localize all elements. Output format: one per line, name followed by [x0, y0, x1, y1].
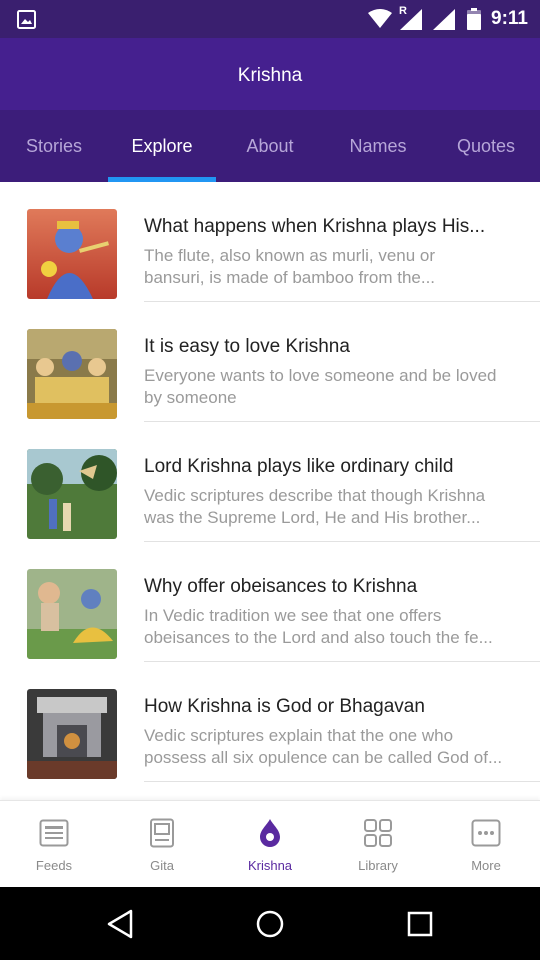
system-navigation-bar: [0, 887, 540, 960]
article-thumbnail: [27, 569, 117, 659]
article-description-line: was the Supreme Lord, He and His brother…: [144, 508, 481, 527]
article-description-line: Everyone wants to love someone and be lo…: [144, 366, 497, 385]
article-description: The flute, also known as murli, venu or …: [144, 245, 519, 289]
bottom-navigation: Feeds Gita Krishna Library More: [0, 800, 540, 887]
article-title: It is easy to love Krishna: [144, 336, 350, 357]
article-thumbnail: [27, 329, 117, 419]
article-description-line: In Vedic tradition we see that one offer…: [144, 606, 442, 625]
nav-library[interactable]: Library: [324, 801, 432, 888]
list-item[interactable]: Why offer obeisances to Krishna In Vedic…: [0, 542, 540, 662]
grid-icon: [364, 819, 392, 847]
more-icon: [471, 819, 501, 847]
recents-icon[interactable]: [403, 907, 437, 941]
article-description-line: possess all six opulence can be called G…: [144, 748, 503, 767]
cell-signal-icon: [433, 9, 455, 30]
article-title: Why offer obeisances to Krishna: [144, 576, 418, 597]
status-time: 9:11: [491, 8, 528, 29]
feeds-icon: [39, 819, 69, 847]
battery-icon: [467, 8, 481, 30]
tab-bar: Stories Explore About Names Quotes: [0, 110, 540, 182]
article-description-line: by someone: [144, 388, 237, 407]
article-description-line: Vedic scriptures describe that though Kr…: [144, 486, 486, 505]
app-bar: Krishna: [0, 38, 540, 110]
wifi-icon: [368, 9, 392, 28]
article-list[interactable]: What happens when Krishna plays His... T…: [0, 182, 540, 800]
article-thumbnail: [27, 449, 117, 539]
nav-more[interactable]: More: [432, 801, 540, 888]
nav-label: Feeds: [35, 858, 73, 873]
cell-signal-icon: [400, 9, 422, 30]
book-icon: [150, 818, 174, 848]
app-title: Krishna: [237, 65, 303, 86]
image-icon: [17, 10, 36, 29]
article-thumbnail: [27, 209, 117, 299]
nav-feeds[interactable]: Feeds: [0, 801, 108, 888]
article-title: What happens when Krishna plays His...: [144, 216, 486, 237]
flame-icon: [260, 819, 280, 847]
nav-label: Library: [358, 858, 398, 873]
article-description-line: obeisances to the Lord and also touch th…: [144, 628, 493, 647]
nav-krishna[interactable]: Krishna: [216, 801, 324, 888]
divider: [144, 781, 540, 782]
home-icon[interactable]: [253, 907, 287, 941]
list-item[interactable]: Lord Krishna plays like ordinary child V…: [0, 422, 540, 542]
article-description-line: bansuri, is made of bamboo from the...: [144, 268, 436, 287]
article-description: Vedic scriptures describe that though Kr…: [144, 485, 519, 529]
tab-explore[interactable]: Explore: [108, 110, 216, 182]
article-description-line: The flute, also known as murli, venu or: [144, 246, 436, 265]
tab-quotes[interactable]: Quotes: [432, 110, 540, 182]
article-title: How Krishna is God or Bhagavan: [144, 696, 425, 717]
article-description: In Vedic tradition we see that one offer…: [144, 605, 519, 649]
list-item[interactable]: It is easy to love Krishna Everyone want…: [0, 302, 540, 422]
article-thumbnail: [27, 689, 117, 779]
tab-stories[interactable]: Stories: [0, 110, 108, 182]
status-bar: R 9:11: [0, 0, 540, 38]
article-description: Everyone wants to love someone and be lo…: [144, 365, 519, 409]
tab-about[interactable]: About: [216, 110, 324, 182]
nav-label: Krishna: [247, 858, 293, 873]
list-item[interactable]: How Krishna is God or Bhagavan Vedic scr…: [0, 662, 540, 782]
nav-label: More: [471, 858, 501, 873]
back-icon[interactable]: [103, 907, 137, 941]
article-description: Vedic scriptures explain that the one wh…: [144, 725, 519, 769]
nav-gita[interactable]: Gita: [108, 801, 216, 888]
article-title: Lord Krishna plays like ordinary child: [144, 456, 454, 477]
article-description-line: Vedic scriptures explain that the one wh…: [144, 726, 454, 745]
tab-names[interactable]: Names: [324, 110, 432, 182]
list-item[interactable]: What happens when Krishna plays His... T…: [0, 182, 540, 302]
nav-label: Gita: [150, 858, 174, 873]
